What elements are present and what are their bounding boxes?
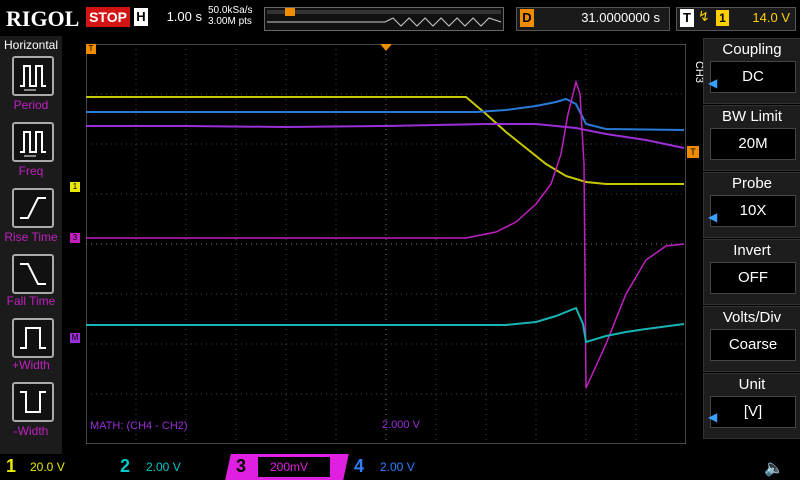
delay-label: D [520,9,534,27]
period-label: Period [13,98,49,112]
overview-window-strip [267,10,501,14]
invert-value[interactable]: OFF [710,262,796,294]
overview-trace [267,17,502,27]
acquisition-info: 50.0kSa/s 3.00M pts [208,5,252,27]
coupling-title: Coupling [722,41,782,58]
bw-limit-title: BW Limit [722,108,782,125]
rise-time-icon [20,197,46,219]
fall-time-label: Fall Time [6,294,56,308]
period-measure-button[interactable] [12,56,54,96]
coupling-knob-icon: ◀ [708,76,718,90]
ch1-trace [86,96,684,185]
invert-title: Invert [733,242,771,259]
brand-logo: RIGOL [6,6,80,31]
sound-muted-icon[interactable]: 🔈 [764,458,784,478]
fall-time-icon [20,263,46,285]
math-expression: MATH: (CH4 - CH2) [90,420,188,432]
unit-value[interactable]: [V] [710,396,796,428]
trigger-label: T [680,9,694,27]
trigger-level[interactable]: 14.0 V [736,9,790,27]
ch1-offset-marker[interactable]: 1 [70,182,80,192]
math-offset-marker[interactable]: M [70,333,80,343]
freq-label: Freq [18,164,44,178]
invert-menu-item[interactable]: Invert OFF [703,239,800,305]
probe-menu-item[interactable]: Probe 10X [703,172,800,238]
delay-value[interactable]: 31.0000000 s [540,9,660,27]
graticule [86,44,686,444]
positive-width-label: +Width [12,358,50,372]
trigger-level-marker[interactable]: T [687,146,699,158]
rise-time-label: Rise Time [4,230,58,244]
negative-width-label: -Width [13,424,49,438]
trigger-position-icon [285,8,295,16]
ch3-offset-marker[interactable]: 3 [70,233,80,243]
positive-width-measure-button[interactable] [12,318,54,358]
rising-edge-icon: ↯ [698,8,710,24]
ch2-trace [86,306,685,344]
fall-time-measure-button[interactable] [12,254,54,294]
negative-width-measure-button[interactable] [12,382,54,422]
horizontal-menu-title: Horizontal [3,38,59,52]
period-icon [20,65,46,91]
freq-icon [20,131,46,157]
timebase-value[interactable]: 1.00 s [152,8,202,26]
ch2-scale[interactable]: 2.00 V [146,460,181,474]
volts-div-menu-item[interactable]: Volts/Div Coarse [703,306,800,372]
ch4-number[interactable]: 4 [354,456,364,477]
volts-div-title: Volts/Div [722,309,782,326]
ch1-scale[interactable]: 20.0 V [30,460,65,474]
negative-width-icon [20,391,46,413]
probe-knob-icon: ◀ [708,210,718,224]
freq-measure-button[interactable] [12,122,54,162]
ch3-scale[interactable]: 200mV [270,460,308,474]
volts-div-value[interactable]: Coarse [710,329,796,361]
sample-rate: 50.0kSa/s [208,5,253,16]
timebase-label: H [134,8,148,26]
unit-knob-icon: ◀ [708,410,718,424]
unit-menu-item[interactable]: Unit [V] [703,373,800,439]
probe-value[interactable]: 10X [710,195,796,227]
positive-width-icon [20,327,46,349]
run-stop-status[interactable]: STOP [86,7,130,27]
memory-depth: 3.00M pts [208,16,252,27]
ch1-number[interactable]: 1 [6,456,16,477]
ch3-trace [86,123,685,149]
math-scale-text: 2.000 V [382,419,421,431]
math-trace [86,79,685,389]
bw-limit-value[interactable]: 20M [710,128,796,160]
memory-overview-waveform [267,8,502,27]
horizontal-trigger-marker [380,44,392,51]
bw-limit-menu-item[interactable]: BW Limit 20M [703,105,800,171]
trigger-source: 1 [716,10,729,26]
coupling-value[interactable]: DC [710,61,796,93]
ch3-number[interactable]: 3 [236,456,246,477]
waveform-display[interactable]: 2.000 V [86,44,686,444]
rise-time-measure-button[interactable] [12,188,54,228]
memory-overview-bar [264,7,504,31]
coupling-menu-item[interactable]: Coupling DC [703,38,800,104]
ch2-number[interactable]: 2 [120,456,130,477]
ch4-scale[interactable]: 2.00 V [380,460,415,474]
unit-title: Unit [738,376,766,393]
trigger-position-marker[interactable]: T [86,44,96,54]
probe-title: Probe [731,175,773,192]
